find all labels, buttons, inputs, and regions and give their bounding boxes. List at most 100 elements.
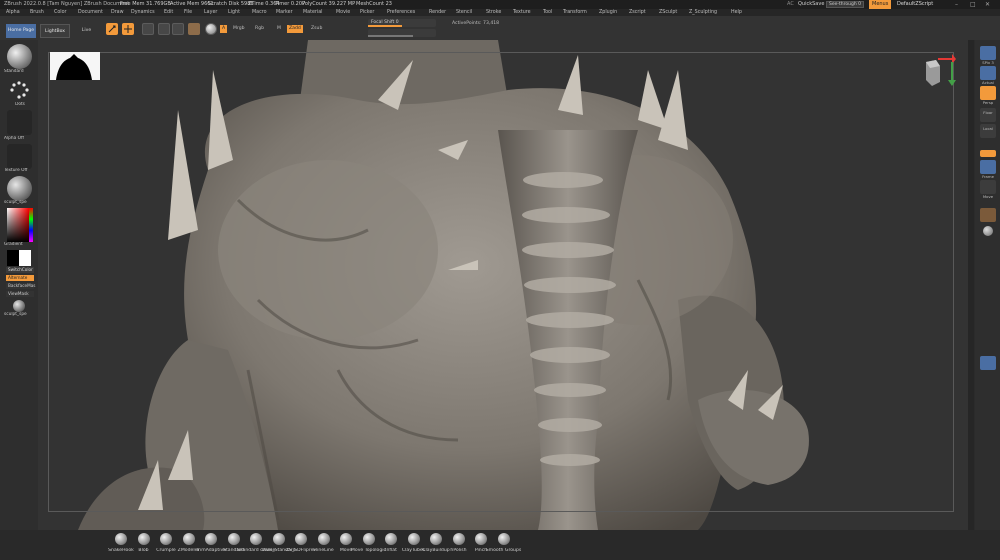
material-swatch-icon[interactable]	[188, 23, 200, 35]
close-icon[interactable]: ✕	[985, 0, 990, 9]
canvas-frame	[48, 52, 954, 512]
menu-marker[interactable]: Marker	[276, 9, 293, 16]
backface-mask-button[interactable]: BackfaceMas	[6, 283, 35, 289]
menu-dynamics[interactable]: Dynamics	[131, 9, 155, 16]
material-thumbnail[interactable]	[7, 176, 32, 201]
brush-icon	[430, 533, 442, 545]
persp-button[interactable]	[980, 86, 996, 100]
bpr-button[interactable]	[980, 46, 996, 60]
menu-render[interactable]: Render	[429, 9, 446, 16]
live-boolean-button[interactable]: Live Boolean	[73, 24, 100, 47]
document-canvas[interactable]	[38, 40, 968, 530]
brush-label: Smooth Groups	[485, 548, 522, 553]
zadd-button[interactable]: Zadd	[287, 25, 303, 33]
lightbox-button[interactable]: LightBox	[40, 24, 70, 38]
xyz-button[interactable]	[980, 150, 996, 157]
menu-help[interactable]: Help	[731, 9, 742, 16]
brush-icon	[115, 533, 127, 545]
m-button[interactable]: M	[277, 25, 281, 33]
stroke-thumbnail[interactable]	[7, 78, 32, 103]
brush-icon	[295, 533, 307, 545]
alternate-button[interactable]: Alternate	[6, 275, 34, 281]
switch-color-button[interactable]: SwitchColor	[6, 267, 34, 273]
brush-thumbnail[interactable]	[7, 44, 32, 69]
scale-icon[interactable]	[158, 23, 170, 35]
menu-color[interactable]: Color	[54, 9, 67, 16]
menu-macro[interactable]: Macro	[252, 9, 267, 16]
menu-preferences[interactable]: Preferences	[387, 9, 415, 16]
draw-size-slider[interactable]	[368, 29, 436, 37]
menu-zsculpt[interactable]: ZSculpt	[659, 9, 677, 16]
menu-stencil[interactable]: Stencil	[456, 9, 472, 16]
menu-zplugin[interactable]: Zplugin	[599, 9, 617, 16]
xpose-button[interactable]	[980, 356, 996, 370]
maximize-icon[interactable]: □	[970, 0, 976, 9]
home-page-button[interactable]: Home Page	[6, 24, 36, 38]
menu-draw[interactable]: Draw	[111, 9, 124, 16]
menu-picker[interactable]: Picker	[360, 9, 374, 16]
zsub-button[interactable]: Zsub	[311, 25, 322, 33]
brush-icon	[205, 533, 217, 545]
color-picker-icon[interactable]	[205, 23, 217, 35]
meshcount: MeshCount 23	[356, 1, 392, 7]
menu-z-sculpting[interactable]: Z_Sculpting	[689, 9, 717, 16]
focal-shift-slider[interactable]: Focal Shift 0	[368, 19, 436, 27]
menu-document[interactable]: Document	[78, 9, 103, 16]
transp-button[interactable]	[980, 208, 996, 222]
rotate-icon[interactable]	[172, 23, 184, 35]
brush-icon	[475, 533, 487, 545]
viewmask-button[interactable]: ViewMask	[6, 291, 34, 297]
brush-icon	[385, 533, 397, 545]
actual-label: Actual	[982, 80, 994, 85]
see-through-slider[interactable]: See-through 0	[826, 1, 864, 8]
frame-button[interactable]	[980, 160, 996, 174]
draw-icon[interactable]	[122, 23, 134, 35]
frame-label: Frame	[982, 174, 994, 179]
document-thumbnail[interactable]	[50, 52, 100, 80]
rgb-button[interactable]: Rgb	[255, 25, 264, 33]
primary-color-swatch[interactable]	[7, 250, 19, 266]
menu-stroke[interactable]: Stroke	[486, 9, 501, 16]
menu-layer[interactable]: Layer	[204, 9, 217, 16]
menu-light[interactable]: Light	[228, 9, 240, 16]
scroll-button[interactable]	[980, 66, 996, 80]
menu-alpha[interactable]: Alpha	[6, 9, 20, 16]
move-view-button[interactable]	[980, 180, 996, 194]
persp-label: Persp	[982, 100, 994, 105]
menu-brush[interactable]: Brush	[30, 9, 44, 16]
material-small-thumbnail[interactable]	[13, 300, 25, 312]
menu-bar: Alpha Brush Color Document Draw Dynamics Edit F…	[0, 9, 1000, 16]
alpha-thumbnail[interactable]	[7, 110, 32, 135]
menu-file[interactable]: File	[184, 9, 192, 16]
menu-material[interactable]: Material	[303, 9, 323, 16]
navigation-cube[interactable]	[918, 52, 958, 92]
move-icon[interactable]	[142, 23, 154, 35]
a-toggle[interactable]: A	[220, 25, 228, 33]
scratch-disk: Scratch Disk 5986	[208, 1, 254, 7]
vertical-scrollbar[interactable]	[968, 40, 974, 530]
minimize-icon[interactable]: –	[955, 0, 958, 9]
solo-button[interactable]	[983, 226, 993, 236]
brush-icon	[340, 533, 352, 545]
menu-tool[interactable]: Tool	[543, 9, 552, 16]
material-small-name: sculpt_spe	[4, 312, 27, 317]
brush-icon	[250, 533, 262, 545]
brush-icon	[227, 533, 240, 545]
default-zscript-button[interactable]: DefaultZScript	[897, 0, 933, 9]
brush-icon	[160, 533, 172, 545]
color-picker[interactable]	[7, 208, 33, 242]
brush-smooth-groups[interactable]: Smooth Groups	[486, 533, 521, 559]
secondary-color-swatch[interactable]	[19, 250, 31, 266]
menu-texture[interactable]: Texture	[513, 9, 531, 16]
menus-button[interactable]: Menus	[869, 0, 892, 9]
texture-thumbnail[interactable]	[7, 144, 32, 169]
quicksave-button[interactable]: QuickSave	[798, 0, 824, 9]
edit-icon[interactable]	[106, 23, 118, 35]
menu-transform[interactable]: Transform	[563, 9, 587, 16]
menu-movie[interactable]: Movie	[336, 9, 350, 16]
top-shelf: Home Page LightBox Live Boolean A Mrgb R…	[0, 16, 1000, 47]
menu-edit[interactable]: Edit	[164, 9, 173, 16]
brush-icon	[452, 533, 465, 545]
mrgb-button[interactable]: Mrgb	[233, 25, 245, 33]
menu-zscript[interactable]: Zscript	[629, 9, 646, 16]
